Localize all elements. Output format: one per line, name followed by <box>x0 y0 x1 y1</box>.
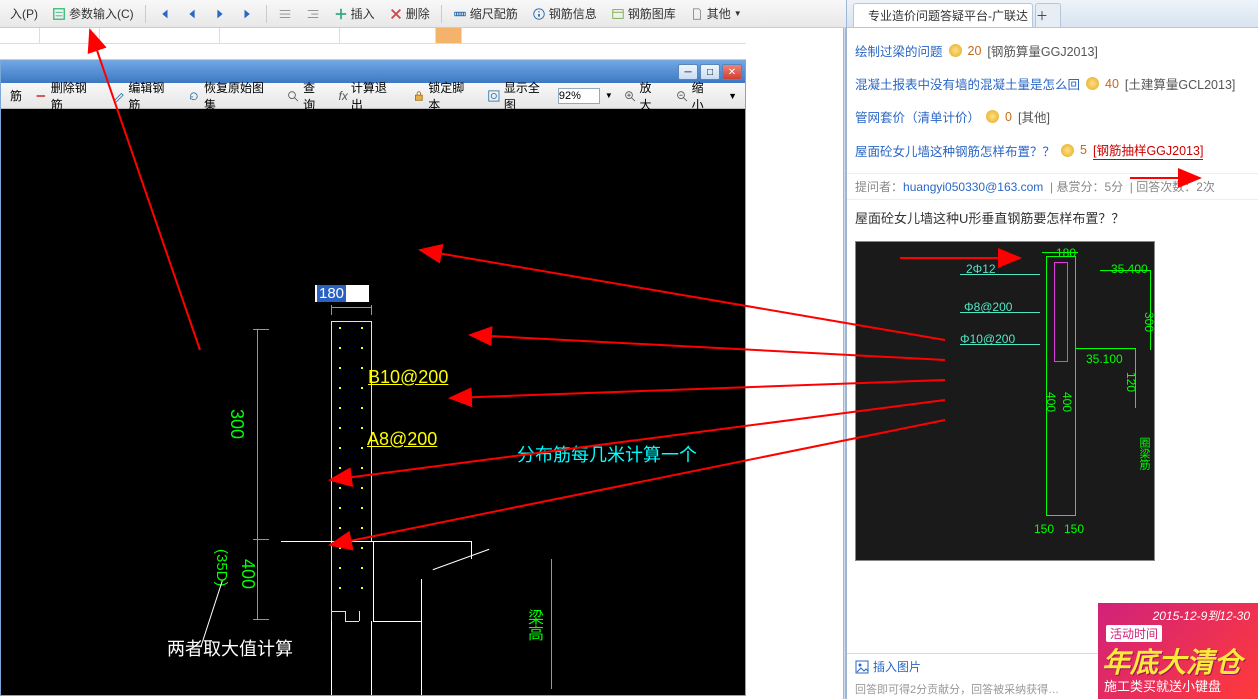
indent-icon <box>278 7 292 21</box>
rebar-info-button[interactable]: 钢筋信息 <box>526 3 603 24</box>
outdent-button[interactable] <box>300 5 326 23</box>
zoom-in-icon <box>623 89 637 103</box>
delete-icon <box>389 7 403 21</box>
insert-button[interactable]: 插入 <box>328 3 381 24</box>
spec-a8: A8@200 <box>367 429 437 450</box>
note-bottom: 两者取大值计算 <box>167 635 293 661</box>
image-icon <box>855 660 869 674</box>
qa-meta: 提问者：huangyi050330@163.com | 悬赏分：5分 | 回答次… <box>847 173 1258 200</box>
close-button[interactable]: ✕ <box>722 64 742 80</box>
qa-item[interactable]: 管网套价（清单计价） 0 [其他] <box>855 100 1250 133</box>
info-icon <box>532 7 546 21</box>
browser-tab-active[interactable]: 专业造价问题答疑平台-广联达 ✕ <box>853 3 1033 27</box>
beam-height-label: 梁高 <box>521 609 545 641</box>
promo-banner[interactable]: 2015-12-9到12-30 活动时间 年底大清仓 施工类买就送小键盘 <box>1098 603 1258 699</box>
coin-icon <box>986 110 999 123</box>
indent-button[interactable] <box>272 5 298 23</box>
delete-button[interactable]: 删除 <box>383 3 436 24</box>
scale-rebar-button[interactable]: 缩尺配筋 <box>447 3 524 24</box>
last-icon <box>241 7 255 21</box>
new-tab-button[interactable]: ＋ <box>1035 3 1061 27</box>
next-icon <box>213 7 227 21</box>
doc-icon <box>690 7 704 21</box>
width-input[interactable]: 180 <box>315 285 369 302</box>
param-1: 栏板长度：4000 <box>517 373 647 399</box>
coin-icon <box>949 44 962 57</box>
coin-icon <box>1061 144 1074 157</box>
param-4: 保护层厚度：15 <box>517 475 645 501</box>
cad-canvas[interactable]: 180 300 400 (35D) <box>1 109 745 695</box>
dim-400: 400 <box>237 559 258 589</box>
nav-last-button[interactable] <box>235 5 261 23</box>
library-icon <box>611 7 625 21</box>
fit-icon <box>487 89 501 103</box>
rebar-library-button[interactable]: 钢筋图库 <box>605 3 682 24</box>
param-2: 分布筋搭接长度：45 D <box>517 407 699 433</box>
nav-prev-button[interactable] <box>179 5 205 23</box>
pencil-icon <box>112 89 126 103</box>
zoom-input[interactable] <box>558 88 600 104</box>
refresh-icon <box>187 89 201 103</box>
nav-first-button[interactable] <box>151 5 177 23</box>
qa-item[interactable]: 绘制过梁的问题 20 [钢筋算量GGJ2013] <box>855 34 1250 67</box>
qa-list: 绘制过梁的问题 20 [钢筋算量GGJ2013] 混凝土报表中没有墙的混凝土量是… <box>847 28 1258 173</box>
nav-next-button[interactable] <box>207 5 233 23</box>
param-input-p-button[interactable]: 入(P) <box>4 3 44 24</box>
zoom-out-icon <box>675 89 689 103</box>
cad-toolbar: 筋 删除钢筋 编辑钢筋 恢复原始图集 查询 fx 计算退出 锁定脚本 <box>1 83 745 109</box>
toolbar-overflow[interactable]: ▼ <box>724 91 741 101</box>
param-3: 分布筋每几米计算一个 <box>517 441 697 467</box>
dim-300: 300 <box>226 409 247 439</box>
browser-tabs: 专业造价问题答疑平台-广联达 ✕ ＋ <box>847 0 1258 28</box>
coin-icon <box>1086 77 1099 90</box>
zoom-dropdown[interactable]: ▼ <box>602 91 616 100</box>
other-button[interactable]: 其他 ▼ <box>684 3 748 24</box>
minus-icon <box>34 89 48 103</box>
split-gap <box>746 28 846 699</box>
qa-item[interactable]: 屋面砼女儿墙这种钢筋怎样布置？？ 5 [钢筋抽样GGJ2013] <box>855 133 1250 167</box>
browser-panel: 专业造价问题答疑平台-广联达 ✕ ＋ 绘制过梁的问题 20 [钢筋算量GGJ20… <box>846 0 1258 699</box>
first-icon <box>157 7 171 21</box>
cad-window: ─ □ ✕ 筋 删除钢筋 编辑钢筋 恢复原始图集 查询 fx 计算退出 锁定脚本 <box>0 60 746 696</box>
ruler-icon <box>453 7 467 21</box>
tab-close-icon[interactable]: ✕ <box>1032 9 1033 22</box>
search-icon <box>286 89 300 103</box>
params-icon <box>52 7 66 21</box>
rebar-btn[interactable]: 筋 <box>5 86 27 105</box>
qa-question: 屋面砼女儿墙这种U形垂直钢筋要怎样布置？？ <box>847 200 1258 235</box>
qa-item[interactable]: 混凝土报表中没有墙的混凝土量是怎么回 40 [土建算量GCL2013] <box>855 67 1250 100</box>
answer-image[interactable]: 2Φ12 180 35.400 Φ8@200 Φ10@200 35.100 30… <box>855 241 1155 561</box>
lock-icon <box>412 89 426 103</box>
prev-icon <box>185 7 199 21</box>
spec-b10: B10@200 <box>368 367 448 388</box>
param-input-c-button[interactable]: 参数输入(C) <box>46 3 140 24</box>
outdent-icon <box>306 7 320 21</box>
insert-icon <box>334 7 348 21</box>
asker-link[interactable]: huangyi050330@163.com <box>903 180 1043 194</box>
